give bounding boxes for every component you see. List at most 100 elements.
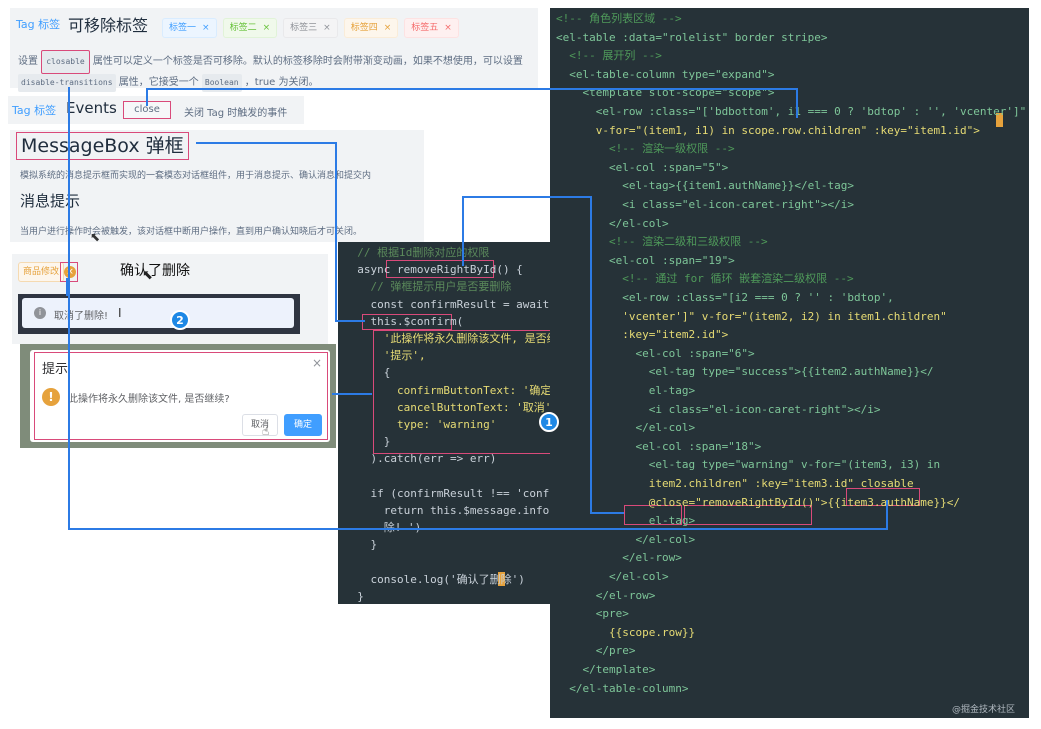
tag-pill-row: 标签一 × 标签二 × 标签三 × 标签四 × 标签五 ×: [162, 15, 465, 38]
code-line: console.log('确认了删除'): [344, 572, 525, 586]
tag-pill[interactable]: 标签三 ×: [283, 18, 338, 38]
tag-pill[interactable]: 标签四 ×: [343, 18, 399, 38]
close-event-desc: 关闭 Tag 时触发的事件: [184, 108, 288, 119]
tag-pill[interactable]: 标签一 ×: [162, 18, 217, 38]
subsection-title: 消息提示: [20, 192, 81, 210]
close-icon[interactable]: ×: [202, 23, 210, 33]
code-line: }: [344, 435, 391, 449]
connector: [68, 528, 888, 530]
code-line: <el-tag type="warning" v-for="(item3, i3…: [556, 458, 941, 472]
code-line: // 根据Id删除对应的权限: [344, 246, 490, 259]
code-line: <el-row :class="['bdbottom', i1 === 0 ? …: [556, 105, 1027, 118]
messagebox-title: MessageBox 弹框: [16, 132, 189, 160]
code-line: <!-- 渲染二级和三级权限 -->: [556, 235, 768, 249]
text-cursor: I: [118, 306, 122, 320]
tag-pill[interactable]: 标签五 ×: [404, 18, 459, 38]
code-line: <i class="el-icon-caret-right"></i>: [556, 402, 881, 416]
code-line: confirmButtonText: '确定',: [344, 383, 565, 397]
connector: [335, 320, 365, 322]
dialog-highlight: [34, 352, 328, 440]
code-line: @close="removeRightById()">{{item3.authN…: [556, 495, 960, 509]
connector: [146, 88, 796, 90]
code-line: }: [344, 590, 364, 603]
connector: [335, 142, 337, 320]
closable-chip: closable: [41, 50, 90, 74]
code-line: </template>: [556, 663, 656, 676]
tab-tag-label[interactable]: Tag 标签: [16, 16, 60, 32]
code-line: <el-col :span="18">: [556, 439, 762, 453]
info-icon: i: [34, 307, 46, 319]
code-line: v-for="(item1, i1) in scope.row.children…: [556, 123, 980, 137]
code-line: </el-col>: [556, 421, 696, 435]
connector: [590, 196, 592, 514]
code-line: <!-- 展开列 -->: [556, 49, 662, 63]
code-line: '提示',: [344, 349, 426, 363]
code-line: </el-col>: [556, 570, 669, 583]
connector: [590, 512, 624, 514]
close-icon[interactable]: ×: [444, 23, 452, 33]
step-badge: 2: [170, 310, 190, 330]
tags-description: 设置 closable 属性可以定义一个标签是否可移除。默认的标签移除时会附带渐…: [18, 50, 534, 92]
code-line: <el-tag>{{item1.authName}}</el-tag>: [556, 179, 855, 193]
message-toast: i 取消了删除! I: [18, 294, 300, 334]
watermark: @掘金技术社区: [952, 705, 1016, 715]
code-line: <pre>: [556, 607, 629, 621]
connector: [66, 278, 68, 296]
code-line: ).catch(err => err): [344, 452, 497, 466]
product-tag[interactable]: 商品修改: [18, 262, 65, 282]
code-line: const confirmResult = await: [344, 297, 550, 311]
right-code-panel: <!-- 角色列表区域 --> <el-table :data="rolelist…: [550, 8, 1029, 718]
code-line: 'vcenter']" v-for="(item2, i2) in item1.…: [556, 309, 947, 323]
connector: [462, 196, 464, 266]
demo-panel: 商品修改 × 确认了删除 ⬉ i 取消了删除! I: [12, 254, 328, 344]
code-line: :key="item2.id">: [556, 328, 729, 342]
toast-message: 取消了删除!: [54, 311, 109, 322]
connector: [196, 142, 336, 144]
code-line: async removeRightById() {: [344, 263, 523, 277]
code-line: </el-col>: [556, 216, 669, 230]
connector: [146, 88, 148, 106]
cursor-icon: ⬉: [90, 230, 101, 244]
code-line: cancelButtonText: '取消',: [344, 400, 559, 414]
code-line: }: [344, 538, 378, 552]
code-line: {: [344, 366, 391, 380]
connector: [886, 500, 888, 530]
connector: [68, 87, 70, 530]
code-line: </el-col>: [556, 532, 696, 546]
messagebox-desc: 模拟系统的消息提示框而实现的一套模态对话框组件，用于消息提示、确认消息和提交内: [20, 171, 372, 181]
code-line: <el-col :span="6">: [556, 346, 755, 360]
events-panel: Tag 标签 Events close 关闭 Tag 时触发的事件: [8, 96, 304, 124]
code-line: </pre>: [556, 644, 636, 658]
code-line: </el-table-column>: [556, 681, 689, 695]
tag-pill[interactable]: 标签二 ×: [222, 18, 278, 38]
code-line: <i class="el-icon-caret-right"></i>: [556, 198, 855, 211]
removable-tags-panel: Tag 标签 可移除标签 标签一 × 标签二 × 标签三 × 标签四 × 标签五 × 设置 clo…: [10, 8, 538, 92]
cursor-icon: ⬉: [142, 268, 153, 283]
section-title: 可移除标签: [68, 16, 149, 35]
tab-tag-label[interactable]: Tag 标签: [12, 102, 56, 118]
code-line: {{scope.row}}: [556, 625, 696, 639]
code-line: <!-- 通过 for 循环 嵌套渲染二级权限 -->: [556, 272, 854, 286]
code-line: item2.children" :key="item3.id" closable: [556, 477, 914, 490]
code-line: el-tag>: [556, 384, 696, 397]
connector: [796, 88, 798, 118]
code-line: <!-- 渲染一级权限 -->: [556, 142, 735, 156]
events-title: Events: [66, 99, 117, 117]
code-line: <el-col :span="19">: [556, 253, 735, 267]
code-line: <el-table-column type="expand">: [556, 67, 775, 81]
code-line: type: 'warning': [344, 418, 497, 431]
subsection-desc: 当用户进行操作时会被触发，该对话框中断用户操作，直到用户确认知晓后才可关闭。: [20, 227, 363, 237]
code-line: <el-table :data="rolelist" border stripe…: [556, 30, 828, 44]
code-line: <!-- 角色列表区域 -->: [556, 12, 682, 25]
connector: [462, 196, 592, 198]
confirm-log-text: 确认了删除: [120, 263, 190, 279]
code-line: </el-row>: [556, 551, 682, 565]
code-line: <el-row :class="[i2 === 0 ? '' : 'bdtop'…: [556, 291, 894, 304]
close-icon[interactable]: ×: [384, 23, 392, 33]
code-line: <el-col :span="5">: [556, 160, 729, 174]
close-icon[interactable]: ×: [263, 23, 271, 33]
close-icon[interactable]: ×: [323, 23, 331, 33]
connector: [332, 393, 372, 395]
disable-transitions-chip: disable-transitions: [18, 74, 116, 92]
messagebox-panel: MessageBox 弹框 模拟系统的消息提示框而实现的一套模态对话框组件，用于…: [10, 130, 424, 244]
